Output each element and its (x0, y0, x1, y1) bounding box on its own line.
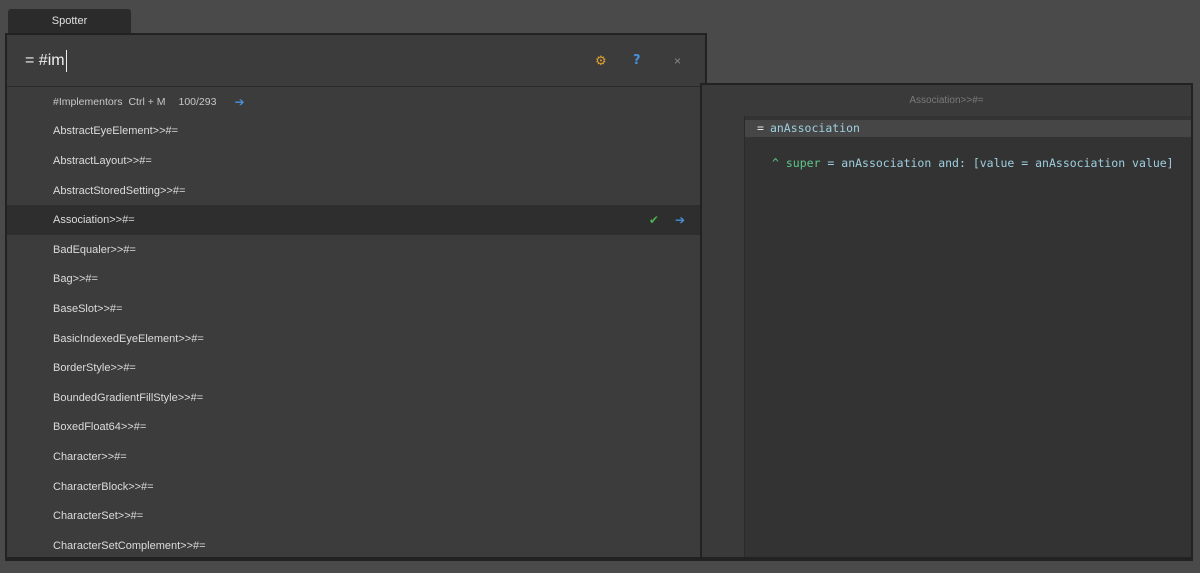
result-item-label: CharacterSetComplement>>#= (53, 539, 206, 552)
frame-left-border (5, 33, 7, 559)
result-item-label: CharacterSet>>#= (53, 510, 144, 523)
result-item[interactable]: AbstractLayout>>#= (7, 146, 701, 176)
result-item-label: Character>>#= (53, 450, 127, 463)
result-item-label: BaseSlot>>#= (53, 302, 123, 315)
category-label: #Implementors (53, 95, 123, 108)
category-shortcut: Ctrl + M (128, 95, 166, 108)
result-item[interactable]: Bag>>#= (7, 265, 701, 295)
result-item[interactable]: AbstractStoredSetting>>#= (7, 176, 701, 206)
result-item[interactable]: CharacterSetComplement>>#= (7, 531, 701, 557)
result-item-label: Association>>#= (53, 214, 135, 227)
result-item-label: BoxedFloat64>>#= (53, 421, 147, 434)
spotter-tab[interactable]: Spotter (8, 9, 131, 33)
result-item-label: CharacterBlock>>#= (53, 480, 154, 493)
result-item[interactable]: BoxedFloat64>>#= (7, 413, 701, 443)
result-item-label: BoundedGradientFillStyle>>#= (53, 391, 204, 404)
dive-in-arrow-icon[interactable]: ➔ (675, 213, 685, 227)
row-actions: ✔ ➔ (649, 213, 685, 227)
frame-top-border (5, 33, 707, 85)
result-item-label: AbstractLayout>>#= (53, 154, 152, 167)
result-item-label: Bag>>#= (53, 273, 98, 286)
preview-frame-border (700, 83, 1193, 561)
category-header[interactable]: #Implementors Ctrl + M 100/293 ➔ (7, 87, 701, 117)
result-item[interactable]: BasicIndexedEyeElement>>#= (7, 324, 701, 354)
result-item[interactable]: AbstractEyeElement>>#= (7, 117, 701, 147)
dive-in-arrow-icon[interactable]: ➔ (234, 95, 244, 109)
result-item-label: BorderStyle>>#= (53, 362, 136, 375)
result-item-label: BadEqualer>>#= (53, 243, 136, 256)
result-item-label: AbstractStoredSetting>>#= (53, 184, 186, 197)
result-item[interactable]: BorderStyle>>#= (7, 353, 701, 383)
result-item[interactable]: Character>>#= (7, 442, 701, 472)
result-item[interactable]: CharacterBlock>>#= (7, 472, 701, 502)
category-count: 100/293 (178, 95, 217, 108)
result-item[interactable]: BadEqualer>>#= (7, 235, 701, 265)
result-item-label: AbstractEyeElement>>#= (53, 125, 179, 138)
result-item-label: BasicIndexedEyeElement>>#= (53, 332, 204, 345)
frame-bottom-border (5, 557, 1193, 561)
spotter-window: Spotter = #im ⚙ ? × #Implementors Ctrl +… (0, 0, 1200, 573)
result-item[interactable]: Association>>#= ✔ ➔ (7, 205, 701, 235)
result-item[interactable]: BoundedGradientFillStyle>>#= (7, 383, 701, 413)
results-list: #Implementors Ctrl + M 100/293 ➔ Abstrac… (7, 87, 701, 557)
checkmark-icon[interactable]: ✔ (649, 213, 659, 227)
result-item[interactable]: CharacterSet>>#= (7, 501, 701, 531)
result-item[interactable]: BaseSlot>>#= (7, 294, 701, 324)
